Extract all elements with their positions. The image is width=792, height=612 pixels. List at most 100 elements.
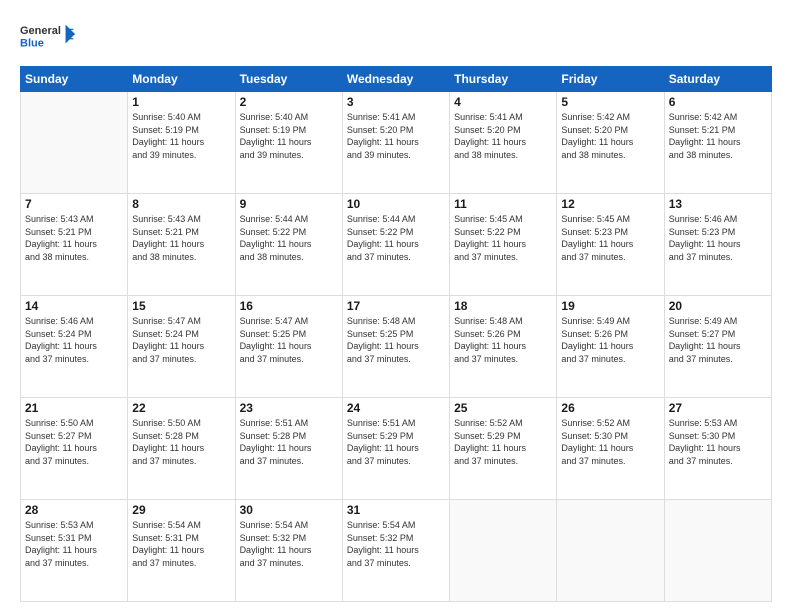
calendar-day-cell: 24 Sunrise: 5:51 AMSunset: 5:29 PMDayligh…: [342, 398, 449, 500]
day-info: Sunrise: 5:40 AMSunset: 5:19 PMDaylight:…: [240, 111, 338, 161]
day-number: 1: [132, 95, 230, 109]
calendar-day-header: Thursday: [450, 67, 557, 92]
day-number: 29: [132, 503, 230, 517]
calendar-day-header: Saturday: [664, 67, 771, 92]
calendar-day-cell: 30 Sunrise: 5:54 AMSunset: 5:32 PMDayligh…: [235, 500, 342, 602]
day-info: Sunrise: 5:41 AMSunset: 5:20 PMDaylight:…: [347, 111, 445, 161]
calendar-day-cell: 31Sunrise: 5:54 AMSunset: 5:32 PMDayligh…: [342, 500, 449, 602]
calendar-day-cell: 12 Sunrise: 5:45 AMSunset: 5:23 PMDayligh…: [557, 194, 664, 296]
day-number: 21: [25, 401, 123, 415]
calendar-day-cell: 9 Sunrise: 5:44 AMSunset: 5:22 PMDaylight…: [235, 194, 342, 296]
calendar-day-cell: 2Sunrise: 5:40 AMSunset: 5:19 PMDaylight…: [235, 92, 342, 194]
day-info: Sunrise: 5:50 AMSunset: 5:27 PMDaylight:…: [25, 417, 123, 467]
calendar-day-cell: [557, 500, 664, 602]
calendar-day-cell: 19 Sunrise: 5:49 AMSunset: 5:26 PMDayligh…: [557, 296, 664, 398]
day-info: Sunrise: 5:46 AMSunset: 5:23 PMDaylight:…: [669, 213, 767, 263]
logo: General Blue: [20, 16, 75, 56]
day-number: 4: [454, 95, 552, 109]
logo-icon: General Blue: [20, 16, 75, 56]
day-number: 9: [240, 197, 338, 211]
calendar-day-header: Monday: [128, 67, 235, 92]
day-number: 11: [454, 197, 552, 211]
calendar-day-cell: 22 Sunrise: 5:50 AMSunset: 5:28 PMDayligh…: [128, 398, 235, 500]
day-number: 28: [25, 503, 123, 517]
day-number: 12: [561, 197, 659, 211]
day-number: 7: [25, 197, 123, 211]
calendar-day-cell: 15 Sunrise: 5:47 AMSunset: 5:24 PMDayligh…: [128, 296, 235, 398]
calendar-day-cell: 16 Sunrise: 5:47 AMSunset: 5:25 PMDayligh…: [235, 296, 342, 398]
calendar-day-header: Sunday: [21, 67, 128, 92]
day-info: Sunrise: 5:49 AMSunset: 5:27 PMDaylight:…: [669, 315, 767, 365]
day-info: Sunrise: 5:42 AMSunset: 5:21 PMDaylight:…: [669, 111, 767, 161]
day-info: Sunrise: 5:51 AMSunset: 5:28 PMDaylight:…: [240, 417, 338, 467]
header: General Blue: [20, 16, 772, 56]
day-number: 23: [240, 401, 338, 415]
calendar-day-cell: 27Sunrise: 5:53 AMSunset: 5:30 PMDayligh…: [664, 398, 771, 500]
calendar-day-cell: 11 Sunrise: 5:45 AMSunset: 5:22 PMDayligh…: [450, 194, 557, 296]
day-info: Sunrise: 5:47 AMSunset: 5:24 PMDaylight:…: [132, 315, 230, 365]
calendar-day-cell: 3Sunrise: 5:41 AMSunset: 5:20 PMDaylight…: [342, 92, 449, 194]
calendar-day-cell: [450, 500, 557, 602]
day-number: 20: [669, 299, 767, 313]
day-info: Sunrise: 5:43 AMSunset: 5:21 PMDaylight:…: [132, 213, 230, 263]
page: General Blue SundayMondayTuesdayWednesda…: [0, 0, 792, 612]
day-number: 18: [454, 299, 552, 313]
day-number: 15: [132, 299, 230, 313]
calendar-day-cell: 18 Sunrise: 5:48 AMSunset: 5:26 PMDayligh…: [450, 296, 557, 398]
day-info: Sunrise: 5:41 AMSunset: 5:20 PMDaylight:…: [454, 111, 552, 161]
calendar-day-cell: 28 Sunrise: 5:53 AMSunset: 5:31 PMDayligh…: [21, 500, 128, 602]
svg-text:General: General: [20, 25, 61, 37]
calendar-day-header: Tuesday: [235, 67, 342, 92]
calendar-day-cell: 20 Sunrise: 5:49 AMSunset: 5:27 PMDayligh…: [664, 296, 771, 398]
day-info: Sunrise: 5:49 AMSunset: 5:26 PMDaylight:…: [561, 315, 659, 365]
calendar-week-row: 21 Sunrise: 5:50 AMSunset: 5:27 PMDayligh…: [21, 398, 772, 500]
calendar-week-row: 1 Sunrise: 5:40 AMSunset: 5:19 PMDaylight…: [21, 92, 772, 194]
day-info: Sunrise: 5:50 AMSunset: 5:28 PMDaylight:…: [132, 417, 230, 467]
day-info: Sunrise: 5:52 AMSunset: 5:29 PMDaylight:…: [454, 417, 552, 467]
day-number: 30: [240, 503, 338, 517]
calendar-day-cell: 26Sunrise: 5:52 AMSunset: 5:30 PMDayligh…: [557, 398, 664, 500]
day-info: Sunrise: 5:45 AMSunset: 5:22 PMDaylight:…: [454, 213, 552, 263]
day-number: 6: [669, 95, 767, 109]
day-info: Sunrise: 5:54 AMSunset: 5:31 PMDaylight:…: [132, 519, 230, 569]
calendar-day-cell: [21, 92, 128, 194]
day-number: 26: [561, 401, 659, 415]
svg-text:Blue: Blue: [20, 38, 44, 50]
calendar-day-cell: 14 Sunrise: 5:46 AMSunset: 5:24 PMDayligh…: [21, 296, 128, 398]
calendar-day-cell: 8 Sunrise: 5:43 AMSunset: 5:21 PMDaylight…: [128, 194, 235, 296]
day-number: 13: [669, 197, 767, 211]
day-info: Sunrise: 5:44 AMSunset: 5:22 PMDaylight:…: [240, 213, 338, 263]
day-info: Sunrise: 5:46 AMSunset: 5:24 PMDaylight:…: [25, 315, 123, 365]
day-number: 14: [25, 299, 123, 313]
day-number: 22: [132, 401, 230, 415]
day-number: 24: [347, 401, 445, 415]
day-number: 27: [669, 401, 767, 415]
day-info: Sunrise: 5:45 AMSunset: 5:23 PMDaylight:…: [561, 213, 659, 263]
day-number: 16: [240, 299, 338, 313]
day-info: Sunrise: 5:54 AMSunset: 5:32 PMDaylight:…: [240, 519, 338, 569]
calendar-week-row: 7 Sunrise: 5:43 AMSunset: 5:21 PMDaylight…: [21, 194, 772, 296]
calendar-day-cell: 6 Sunrise: 5:42 AMSunset: 5:21 PMDaylight…: [664, 92, 771, 194]
day-info: Sunrise: 5:51 AMSunset: 5:29 PMDaylight:…: [347, 417, 445, 467]
day-info: Sunrise: 5:40 AMSunset: 5:19 PMDaylight:…: [132, 111, 230, 161]
day-number: 17: [347, 299, 445, 313]
day-info: Sunrise: 5:47 AMSunset: 5:25 PMDaylight:…: [240, 315, 338, 365]
calendar-day-header: Friday: [557, 67, 664, 92]
calendar-week-row: 14 Sunrise: 5:46 AMSunset: 5:24 PMDayligh…: [21, 296, 772, 398]
calendar-day-cell: 25Sunrise: 5:52 AMSunset: 5:29 PMDayligh…: [450, 398, 557, 500]
calendar-day-cell: 4 Sunrise: 5:41 AMSunset: 5:20 PMDaylight…: [450, 92, 557, 194]
calendar-day-header: Wednesday: [342, 67, 449, 92]
calendar-day-cell: 10Sunrise: 5:44 AMSunset: 5:22 PMDayligh…: [342, 194, 449, 296]
calendar-table: SundayMondayTuesdayWednesdayThursdayFrid…: [20, 66, 772, 602]
calendar-day-cell: 17Sunrise: 5:48 AMSunset: 5:25 PMDayligh…: [342, 296, 449, 398]
calendar-day-cell: 1 Sunrise: 5:40 AMSunset: 5:19 PMDaylight…: [128, 92, 235, 194]
day-info: Sunrise: 5:42 AMSunset: 5:20 PMDaylight:…: [561, 111, 659, 161]
day-number: 31: [347, 503, 445, 517]
day-number: 19: [561, 299, 659, 313]
calendar-day-cell: [664, 500, 771, 602]
day-info: Sunrise: 5:53 AMSunset: 5:31 PMDaylight:…: [25, 519, 123, 569]
day-info: Sunrise: 5:43 AMSunset: 5:21 PMDaylight:…: [25, 213, 123, 263]
day-info: Sunrise: 5:48 AMSunset: 5:26 PMDaylight:…: [454, 315, 552, 365]
day-number: 8: [132, 197, 230, 211]
calendar-day-cell: 7 Sunrise: 5:43 AMSunset: 5:21 PMDaylight…: [21, 194, 128, 296]
